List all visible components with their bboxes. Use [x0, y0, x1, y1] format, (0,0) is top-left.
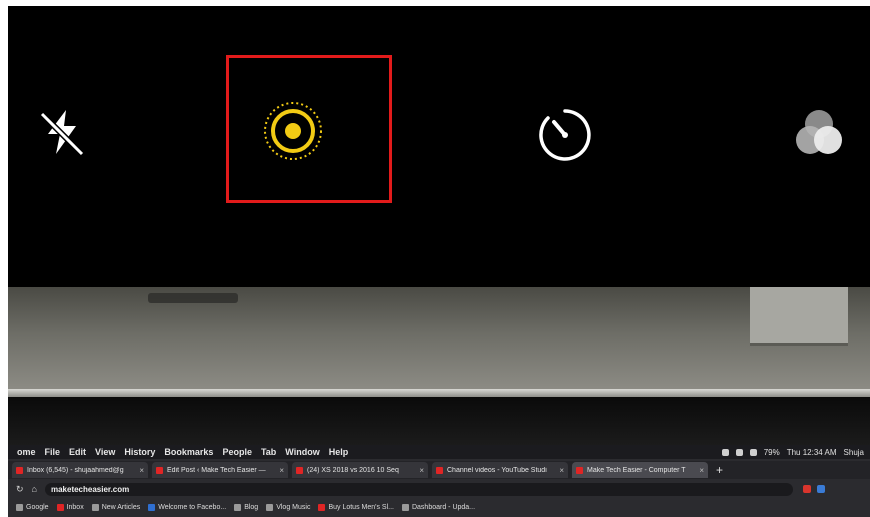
close-icon[interactable]: ×	[419, 466, 424, 475]
browser-tab[interactable]: (24) XS 2018 vs 2016 10 Seq ×	[292, 462, 428, 478]
menu-item-bookmarks[interactable]: Bookmarks	[164, 447, 213, 457]
menu-item-help[interactable]: Help	[329, 447, 349, 457]
bookmark-label: Blog	[244, 503, 259, 511]
menu-item-file[interactable]: File	[45, 447, 61, 457]
reload-icon[interactable]: ↻	[16, 484, 24, 495]
user-name[interactable]: Shuja	[844, 448, 864, 457]
bookmark-label: New Articles	[101, 503, 141, 511]
close-icon[interactable]: ×	[139, 466, 144, 475]
clock[interactable]: Thu 12:34 AM	[787, 448, 837, 457]
bookmark-item[interactable]: Dashboard - Upda...	[401, 503, 476, 511]
bookmark-label: Vlog Music	[276, 503, 311, 511]
browser-tab[interactable]: Channel videos - YouTube Studi ×	[432, 462, 568, 478]
bookmark-item[interactable]: Google	[16, 503, 49, 511]
status-icon[interactable]	[721, 448, 729, 456]
camera-viewfinder: ome File Edit View History Bookmarks Peo…	[8, 287, 870, 517]
bookmark-item[interactable]: Buy Lotus Men's Sl...	[318, 503, 394, 511]
bookmark-item[interactable]: New Articles	[91, 503, 141, 511]
menu-item-view[interactable]: View	[95, 447, 115, 457]
tab-title: Channel videos - YouTube Studi	[447, 466, 547, 474]
facebook-icon	[148, 503, 156, 511]
camera-controls-bar	[8, 6, 870, 287]
bookmark-icon	[56, 503, 64, 511]
bookmark-item[interactable]: Welcome to Facebo...	[148, 503, 227, 511]
gmail-icon	[16, 466, 23, 474]
folder-icon	[91, 503, 99, 511]
menu-status-area: 79% Thu 12:34 AM Shuja	[721, 445, 864, 459]
tab-title: Make Tech Easier - Computer T	[587, 466, 686, 474]
battery-level[interactable]: 79%	[764, 448, 780, 457]
bookmark-icon	[318, 503, 326, 511]
tab-title: Edit Post ‹ Make Tech Easier —	[167, 466, 266, 474]
menu-item-window[interactable]: Window	[285, 447, 319, 457]
home-icon[interactable]: ⌂	[32, 484, 37, 494]
youtube-icon	[296, 466, 303, 474]
bookmarks-bar: Google Inbox New Articles Welcome to Fac…	[8, 500, 870, 514]
address-url: maketecheasier.com	[50, 484, 130, 494]
monitor-bezel	[8, 397, 870, 445]
bookmark-label: Buy Lotus Men's Sl...	[328, 503, 394, 511]
background-wall	[8, 287, 870, 389]
folder-icon	[234, 503, 242, 511]
screenshot-frame: ome File Edit View History Bookmarks Peo…	[8, 6, 870, 517]
address-row: ↻ ⌂ maketecheasier.com	[8, 480, 870, 498]
live-photo-highlight-box	[226, 55, 392, 203]
folder-icon	[266, 503, 274, 511]
extension-icon[interactable]	[802, 485, 811, 493]
new-tab-button[interactable]: +	[716, 463, 723, 477]
close-icon[interactable]: ×	[699, 466, 704, 475]
volume-icon[interactable]	[749, 448, 757, 456]
filters-icon[interactable]	[788, 102, 850, 164]
extension-icon[interactable]	[816, 485, 825, 493]
menu-item[interactable]: ome	[17, 447, 36, 457]
browser-tab-bar: Inbox (6,545) - shujaahmed@g × Edit Post…	[8, 461, 870, 479]
tab-title: Inbox (6,545) - shujaahmed@g	[27, 466, 124, 474]
menu-item-people[interactable]: People	[222, 447, 252, 457]
bookmark-label: Inbox	[66, 503, 84, 511]
bookmark-item[interactable]: Blog	[234, 503, 259, 511]
browser-tab[interactable]: Edit Post ‹ Make Tech Easier — ×	[152, 462, 288, 478]
tab-title: (24) XS 2018 vs 2016 10 Seq	[307, 466, 399, 474]
close-icon[interactable]: ×	[279, 466, 284, 475]
address-bar[interactable]: maketecheasier.com	[44, 482, 793, 496]
site-icon	[156, 466, 163, 474]
close-icon[interactable]: ×	[559, 466, 564, 475]
bookmark-icon	[401, 503, 409, 511]
timer-icon[interactable]	[534, 104, 596, 166]
menu-item-tab[interactable]: Tab	[261, 447, 276, 457]
bookmark-label: Google	[26, 503, 49, 511]
bookmark-label: Welcome to Facebo...	[158, 503, 227, 511]
menu-item-edit[interactable]: Edit	[69, 447, 86, 457]
wifi-icon[interactable]	[735, 448, 743, 456]
wall-object	[750, 287, 848, 346]
browser-tab[interactable]: Inbox (6,545) - shujaahmed@g ×	[12, 462, 148, 478]
mac-menu-bar: ome File Edit View History Bookmarks Peo…	[8, 445, 870, 459]
wall-shadow	[148, 293, 238, 303]
bookmark-icon	[16, 503, 23, 511]
bookmark-item[interactable]: Vlog Music	[266, 503, 311, 511]
bookmark-label: Dashboard - Upda...	[411, 503, 476, 511]
browser-tab-active[interactable]: Make Tech Easier - Computer T ×	[572, 462, 708, 478]
site-icon	[576, 466, 583, 474]
bookmark-item[interactable]: Inbox	[56, 503, 84, 511]
youtube-icon	[436, 466, 443, 474]
flash-off-icon[interactable]	[32, 102, 92, 162]
menu-item-history[interactable]: History	[124, 447, 155, 457]
laptop-screen-browser: ome File Edit View History Bookmarks Peo…	[8, 445, 870, 517]
monitor-top-edge	[8, 389, 870, 397]
